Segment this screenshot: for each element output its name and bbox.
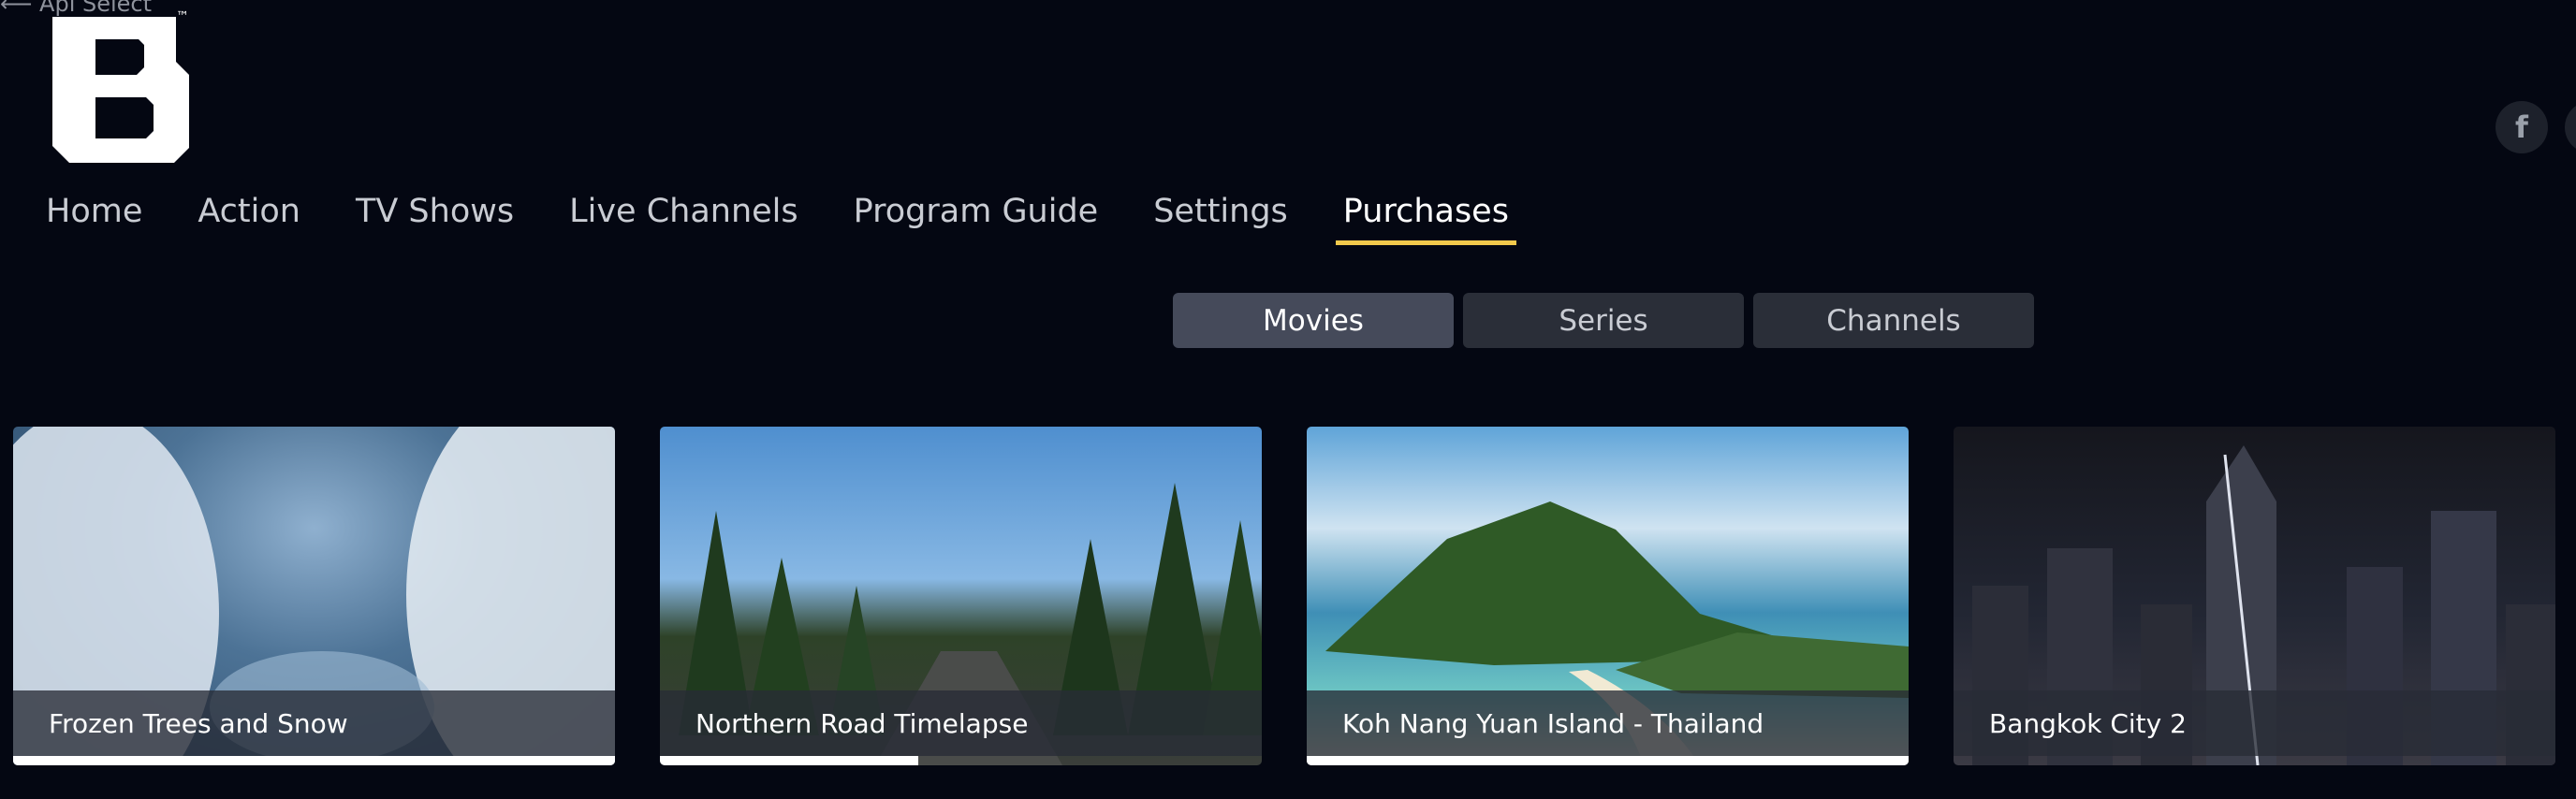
facebook-icon: f — [2515, 109, 2528, 145]
tab-series[interactable]: Series — [1463, 293, 1744, 348]
tab-channels[interactable]: Channels — [1753, 293, 2034, 348]
movie-row: Frozen Trees and Snow Northern Road Time… — [13, 427, 2555, 765]
main-nav: Home Action TV Shows Live Channels Progr… — [46, 183, 1564, 245]
movie-card[interactable]: Northern Road Timelapse — [660, 427, 1262, 765]
nav-item-home[interactable]: Home — [46, 183, 142, 243]
movie-title-bar: Bangkok City 2 — [1954, 690, 2555, 756]
nav-item-settings[interactable]: Settings — [1153, 183, 1288, 243]
movie-title-bar: Koh Nang Yuan Island - Thailand — [1307, 690, 1909, 756]
movie-title-bar: Frozen Trees and Snow — [13, 690, 615, 756]
tab-movies[interactable]: Movies — [1173, 293, 1454, 348]
facebook-button[interactable]: f — [2496, 101, 2548, 153]
logo-trademark: ™ — [176, 9, 189, 24]
movie-title: Koh Nang Yuan Island - Thailand — [1342, 707, 1764, 739]
nav-item-tv-shows[interactable]: TV Shows — [356, 183, 514, 243]
nav-item-action[interactable]: Action — [198, 183, 300, 243]
nav-item-live-channels[interactable]: Live Channels — [569, 183, 798, 243]
movie-card[interactable]: Frozen Trees and Snow — [13, 427, 615, 765]
movie-title: Bangkok City 2 — [1989, 707, 2187, 739]
watch-progress — [13, 756, 615, 765]
movie-title: Frozen Trees and Snow — [49, 707, 348, 739]
movie-title-bar: Northern Road Timelapse — [660, 690, 1262, 756]
nav-item-purchases[interactable]: Purchases — [1335, 183, 1517, 245]
movie-card[interactable]: Bangkok City 2 — [1954, 427, 2555, 765]
movie-card[interactable]: Koh Nang Yuan Island - Thailand — [1307, 427, 1909, 765]
brand-logo: ™ — [52, 9, 189, 163]
movie-title: Northern Road Timelapse — [695, 707, 1029, 739]
nav-item-program-guide[interactable]: Program Guide — [854, 183, 1099, 243]
purchase-type-tabs: Movies Series Channels — [1173, 293, 2034, 348]
social-button[interactable] — [2565, 101, 2576, 153]
watch-progress — [1307, 756, 1909, 765]
watch-progress — [660, 756, 919, 765]
